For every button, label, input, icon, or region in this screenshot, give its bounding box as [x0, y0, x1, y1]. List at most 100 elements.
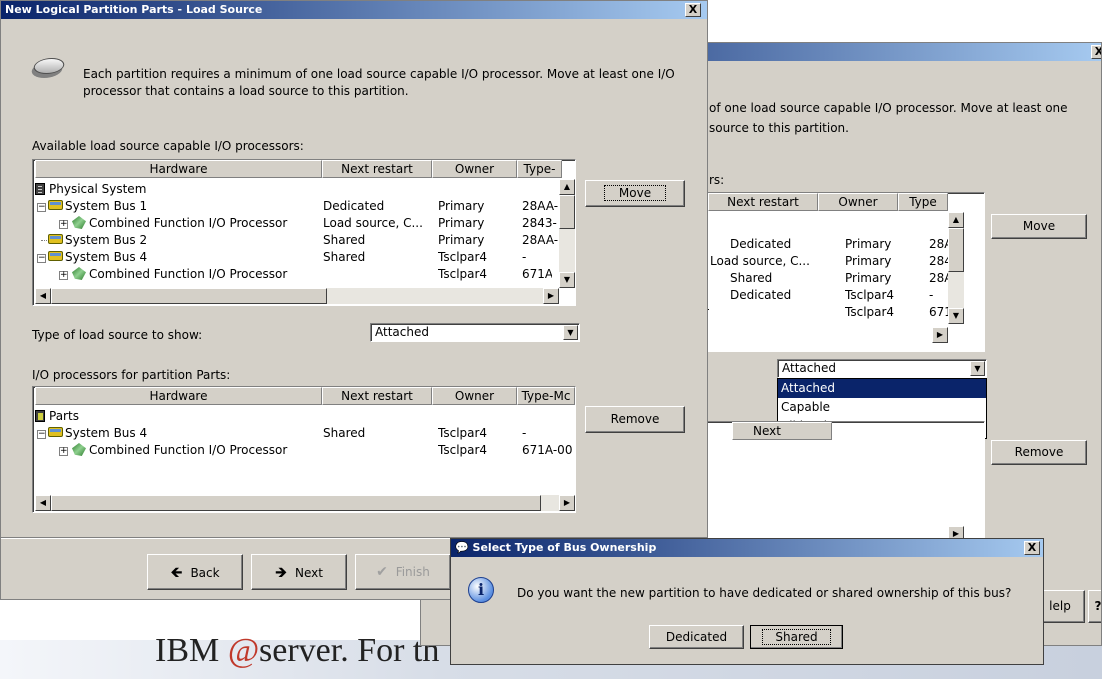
scroll-right-icon[interactable]: ▶	[543, 288, 559, 304]
horizontal-scroll-thumb[interactable]	[51, 495, 541, 511]
remove-button[interactable]: Remove	[585, 406, 685, 433]
system-bus-icon	[48, 234, 63, 244]
avail-row3-hw[interactable]: System Bus 2	[65, 233, 147, 247]
banner-ibm: IBM	[155, 632, 228, 669]
check-icon: ✔	[376, 564, 388, 580]
scroll-left-icon[interactable]: ◀	[35, 288, 51, 304]
back-description-line1: of one load source capable I/O processor…	[709, 101, 1068, 115]
finish-button-label: Finish	[395, 565, 430, 579]
banner-text: IBM @server. For th	[155, 632, 439, 670]
partition-label: I/O processors for partition Parts:	[32, 368, 231, 382]
system-bus-icon	[48, 427, 63, 437]
back-button-label: Back	[190, 566, 220, 580]
back-vertical-scrollbar[interactable]: ▲ ▼	[948, 212, 964, 324]
main-window-close-button[interactable]: X	[685, 3, 701, 17]
back-lower-col-next[interactable]: Next	[732, 422, 832, 440]
back-scroll-thumb[interactable]	[948, 228, 964, 272]
avail-row5-owner: Tsclpar4	[438, 267, 488, 281]
expand-icon[interactable]: +	[59, 220, 68, 229]
scroll-right-icon[interactable]: ▶	[559, 495, 575, 511]
col-owner[interactable]: Owner	[432, 160, 517, 178]
scroll-up-icon[interactable]: ▲	[559, 179, 575, 195]
back-scroll-down-icon[interactable]: ▼	[948, 308, 964, 324]
shared-button[interactable]: Shared	[750, 625, 843, 649]
avail-row1-hw[interactable]: System Bus 1	[65, 199, 147, 213]
back-row2-restart: Shared	[730, 271, 773, 285]
available-vertical-scrollbar[interactable]: ▲ ▼	[559, 179, 575, 288]
col-next-restart[interactable]: Next restart	[322, 160, 432, 178]
avail-row0-hw[interactable]: Physical System	[49, 182, 146, 196]
move-button[interactable]: Move	[585, 180, 685, 207]
back-available-table[interactable]: Next restart Owner Type Dedicated Primar…	[691, 192, 985, 352]
type-combo[interactable]: Attached ▼	[370, 323, 580, 342]
part-row2-type: 671A-00	[522, 443, 573, 457]
p-col-next-restart[interactable]: Next restart	[322, 387, 432, 405]
p-col-hardware[interactable]: Hardware	[35, 387, 322, 405]
horizontal-scroll-thumb[interactable]	[51, 288, 327, 304]
back-row0-restart: Dedicated	[730, 237, 792, 251]
main-description: Each partition requires a minimum of one…	[83, 67, 675, 98]
part-row1-hw[interactable]: System Bus 4	[65, 426, 147, 440]
next-button[interactable]: 🡺 Next	[251, 554, 347, 590]
avail-row1-type: 28AA-	[522, 199, 559, 213]
avail-row5-type: 671A-	[522, 267, 552, 281]
back-col-type[interactable]: Type	[898, 193, 948, 211]
back-window-close-button[interactable]: X	[1091, 45, 1101, 59]
dropdown-option-attached[interactable]: Attached	[778, 379, 986, 398]
back-arrow-icon: 🡸	[170, 563, 183, 581]
back-col-owner[interactable]: Owner	[818, 193, 898, 211]
dialog-close-button[interactable]: X	[1024, 541, 1040, 555]
partition-table[interactable]: Hardware Next restart Owner Type-Mc Part…	[32, 386, 576, 513]
col-hardware[interactable]: Hardware	[35, 160, 322, 178]
p-col-type[interactable]: Type-Mc	[517, 387, 575, 405]
back-remove-button[interactable]: Remove	[991, 440, 1087, 465]
scroll-left-icon[interactable]: ◀	[35, 495, 51, 511]
back-type-combo[interactable]: Attached ▼	[777, 359, 987, 378]
back-scroll-up-icon[interactable]: ▲	[948, 212, 964, 228]
part-row2-hw[interactable]: Combined Function I/O Processor	[89, 443, 321, 457]
system-bus-icon	[48, 251, 63, 261]
part-row0-hw[interactable]: Parts	[49, 409, 79, 423]
back-help-fragment-button[interactable]: ?	[1088, 590, 1101, 623]
back-partition-table[interactable]: Next ▶	[691, 421, 985, 541]
expand-icon[interactable]: +	[59, 271, 68, 280]
back-col-next-restart[interactable]: Next restart	[708, 193, 818, 211]
expand-icon[interactable]: +	[59, 447, 68, 456]
next-button-label: Next	[295, 566, 323, 580]
collapse-icon[interactable]: −	[37, 430, 46, 439]
dialog-title: Select Type of Bus Ownership	[472, 541, 657, 554]
back-combo-arrow-icon[interactable]: ▼	[970, 361, 985, 376]
back-row1-owner: Primary	[845, 254, 892, 268]
back-row2-type: 28AA-	[929, 271, 949, 285]
avail-row5-hw[interactable]: Combined Function I/O Processor	[89, 267, 321, 281]
scroll-thumb[interactable]	[559, 195, 575, 229]
back-available-label: rs:	[709, 173, 725, 187]
back-row1-type: 2843-	[929, 254, 949, 268]
banner-tagline: server. For th	[259, 632, 440, 669]
dropdown-option-capable[interactable]: Capable	[778, 398, 986, 417]
bus-ownership-dialog: 💬 Select Type of Bus Ownership X i Do yo…	[450, 538, 1044, 665]
back-scroll-right-icon[interactable]: ▶	[932, 327, 948, 343]
col-type[interactable]: Type-	[517, 160, 562, 178]
avail-row2-hw[interactable]: Combined Function I/O Processor	[89, 216, 321, 230]
dedicated-button[interactable]: Dedicated	[649, 625, 744, 649]
io-processor-icon	[72, 267, 86, 280]
combo-arrow-icon[interactable]: ▼	[563, 325, 578, 340]
back-row4-type: 671A-	[929, 305, 949, 319]
part-row1-owner: Tsclpar4	[438, 426, 488, 440]
avail-row2-type: 2843-	[522, 216, 557, 230]
avail-row3-restart: Shared	[323, 233, 366, 247]
avail-row4-owner: Tsclpar4	[438, 250, 488, 264]
back-move-button[interactable]: Move	[991, 214, 1087, 239]
collapse-icon[interactable]: −	[37, 254, 46, 263]
p-col-owner[interactable]: Owner	[432, 387, 517, 405]
avail-row4-hw[interactable]: System Bus 4	[65, 250, 147, 264]
collapse-icon[interactable]: −	[37, 203, 46, 212]
available-horizontal-scrollbar[interactable]: ◀ ▶	[35, 288, 559, 304]
finish-button[interactable]: ✔ Finish	[355, 554, 451, 590]
available-table[interactable]: Hardware Next restart Owner Type- Physic…	[32, 159, 576, 306]
avail-row3-owner: Primary	[438, 233, 485, 247]
back-button[interactable]: 🡸 Back	[147, 554, 243, 590]
partition-horizontal-scrollbar[interactable]: ◀ ▶	[35, 495, 575, 511]
scroll-down-icon[interactable]: ▼	[559, 272, 575, 288]
